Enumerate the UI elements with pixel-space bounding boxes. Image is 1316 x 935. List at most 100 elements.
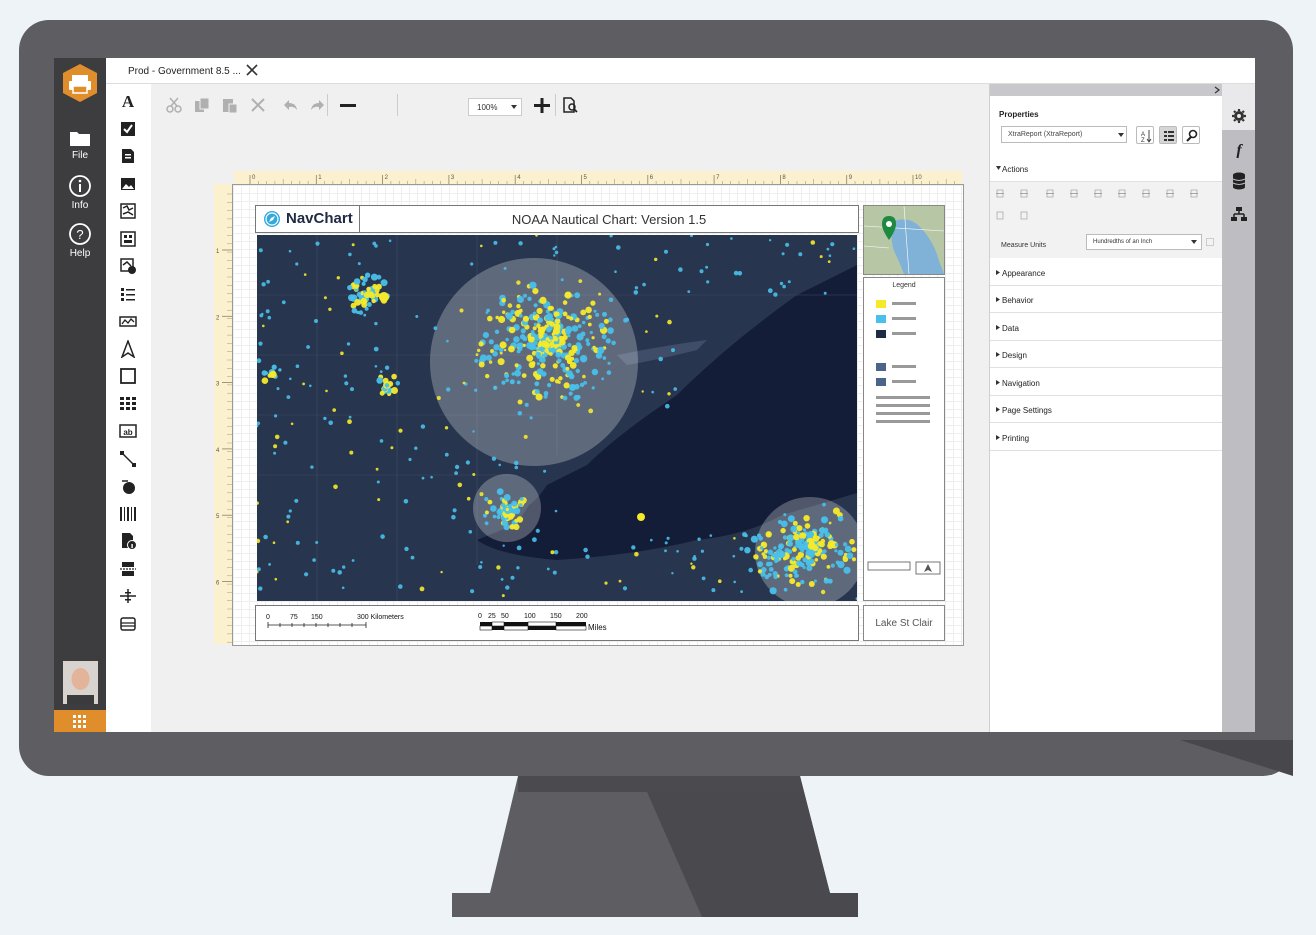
cross-band-line-tool-icon[interactable] xyxy=(119,587,137,605)
section-actions[interactable]: Actions xyxy=(990,154,1223,182)
section-data-label: Data xyxy=(1002,324,1019,333)
align-action-icon[interactable] xyxy=(1118,189,1126,198)
designer-toolbar: 100% xyxy=(151,84,989,122)
gear-icon[interactable] xyxy=(1231,108,1247,124)
shape-circle-tool-icon[interactable] xyxy=(119,477,137,495)
undo-icon[interactable] xyxy=(281,96,299,114)
cross-band-box-tool-icon[interactable] xyxy=(119,615,137,633)
measure-units-value: Hundredths of an Inch xyxy=(1093,239,1153,245)
preview-icon[interactable] xyxy=(561,96,579,114)
delete-icon[interactable] xyxy=(249,96,267,114)
shape-tool-icon[interactable] xyxy=(119,367,137,385)
textbox-tool-icon[interactable]: ab xyxy=(119,422,137,440)
measure-units-select[interactable]: Hundredths of an Inch xyxy=(1086,234,1202,250)
close-icon[interactable] xyxy=(246,64,258,76)
toolbar-separator xyxy=(327,94,328,116)
scale-mi-unit: Miles xyxy=(588,623,607,632)
object-selector-value: XtraReport (XtraReport) xyxy=(1008,131,1083,138)
function-icon[interactable]: f xyxy=(1231,140,1247,158)
ruler-label: 3 xyxy=(451,175,455,181)
section-data[interactable]: Data xyxy=(990,313,1223,341)
label-tool-icon[interactable]: A xyxy=(119,92,137,110)
align-action-icon[interactable] xyxy=(1190,189,1198,198)
search-icon[interactable] xyxy=(1182,126,1200,144)
list-tool-icon[interactable] xyxy=(119,285,137,303)
apps-grid-button[interactable] xyxy=(54,710,106,732)
document-tab-label: Prod - Government 8.5 ... xyxy=(128,66,241,77)
page-info-tool-icon[interactable] xyxy=(119,532,137,550)
align-action-icon[interactable] xyxy=(1020,189,1028,198)
cut-icon[interactable] xyxy=(165,96,183,114)
zoom-in-icon[interactable] xyxy=(533,96,551,114)
zoom-select[interactable]: 100% xyxy=(468,98,522,116)
align-action-icon[interactable] xyxy=(996,211,1004,220)
redo-icon[interactable] xyxy=(309,96,327,114)
align-action-icon[interactable] xyxy=(1020,211,1028,220)
map-tool-icon[interactable] xyxy=(119,202,137,220)
nav-file[interactable]: File xyxy=(54,128,106,161)
section-page-settings[interactable]: Page Settings xyxy=(990,395,1223,423)
section-appearance[interactable]: Appearance xyxy=(990,258,1223,286)
nav-info[interactable]: Info xyxy=(54,174,106,211)
nav-help[interactable]: ? Help xyxy=(54,222,106,259)
svg-text:A: A xyxy=(122,92,135,110)
rich-text-tool-icon[interactable] xyxy=(119,147,137,165)
report-page: NavChart NOAA Nautical Chart: Version 1.… xyxy=(232,184,964,646)
ruler-label: 2 xyxy=(385,175,389,181)
legend-box[interactable]: Legend xyxy=(863,277,945,601)
align-action-icon[interactable] xyxy=(1070,189,1078,198)
horizontal-ruler: 0 1 2 3 4 5 6 7 8 9 10 xyxy=(234,171,962,185)
document-tab[interactable]: Prod - Government 8.5 ... xyxy=(116,58,258,83)
align-action-icon[interactable] xyxy=(1142,189,1150,198)
left-nav: File Info ? Help xyxy=(54,58,106,732)
object-selector[interactable]: XtraReport (XtraReport) xyxy=(1001,126,1127,143)
ruler-ticks: 1 2 3 4 5 6 xyxy=(216,193,232,643)
reset-icon[interactable] xyxy=(1206,238,1214,246)
section-appearance-label: Appearance xyxy=(1002,269,1046,278)
report-header[interactable]: NavChart NOAA Nautical Chart: Version 1.… xyxy=(255,205,859,233)
paste-icon[interactable] xyxy=(221,96,239,114)
document-tab-strip: Prod - Government 8.5 ... xyxy=(106,58,1255,84)
caret-right-icon xyxy=(996,407,1000,412)
caret-right-icon xyxy=(996,325,1000,330)
align-action-icon[interactable] xyxy=(1094,189,1102,198)
map-control[interactable] xyxy=(257,235,857,601)
section-printing[interactable]: Printing xyxy=(990,423,1223,451)
ruler-label: 1 xyxy=(216,249,220,255)
section-design[interactable]: Design xyxy=(990,340,1223,368)
page-break-tool-icon[interactable] xyxy=(119,560,137,578)
properties-panel: Properties XtraReport (XtraReport) AZ Ac… xyxy=(989,84,1223,732)
database-icon[interactable] xyxy=(1232,172,1246,190)
picture-box-tool-icon[interactable] xyxy=(119,175,137,193)
chart-info-tool-icon[interactable] xyxy=(119,257,137,275)
sort-alpha-icon[interactable]: AZ xyxy=(1136,126,1154,144)
section-navigation[interactable]: Navigation xyxy=(990,368,1223,396)
chevron-right-icon[interactable] xyxy=(1214,86,1220,94)
zoom-out-icon[interactable] xyxy=(339,96,357,114)
report-explorer-icon[interactable] xyxy=(1231,206,1247,222)
align-action-icon[interactable] xyxy=(1046,189,1054,198)
measure-units-label: Measure Units xyxy=(1001,242,1047,249)
copy-icon[interactable] xyxy=(193,96,211,114)
align-action-icon[interactable] xyxy=(1166,189,1174,198)
inset-map[interactable] xyxy=(863,205,945,275)
ruler-label: 6 xyxy=(650,175,654,181)
checkbox-tool-icon[interactable] xyxy=(119,120,137,138)
line-tool-icon[interactable] xyxy=(119,450,137,468)
gauge-tool-icon[interactable] xyxy=(119,340,137,358)
sparkline-tool-icon[interactable] xyxy=(119,312,137,330)
toolbar-separator xyxy=(555,94,556,116)
app-logo[interactable] xyxy=(60,63,100,103)
ruler-ticks: 0 1 2 3 4 5 6 7 8 9 10 xyxy=(249,175,955,184)
align-action-icon[interactable] xyxy=(996,189,1004,198)
barcode-tool-icon[interactable] xyxy=(119,505,137,523)
panel-collapse-bar[interactable] xyxy=(990,84,1223,96)
avatar[interactable] xyxy=(63,661,98,704)
section-behavior[interactable]: Behavior xyxy=(990,285,1223,313)
categorized-icon[interactable] xyxy=(1159,126,1177,144)
panel-tool-icon[interactable] xyxy=(119,230,137,248)
legend-swatch-slate xyxy=(876,378,886,386)
location-box[interactable]: Lake St Clair xyxy=(863,605,945,641)
zoom-value: 100% xyxy=(477,103,498,112)
table-tool-icon[interactable] xyxy=(119,395,137,413)
